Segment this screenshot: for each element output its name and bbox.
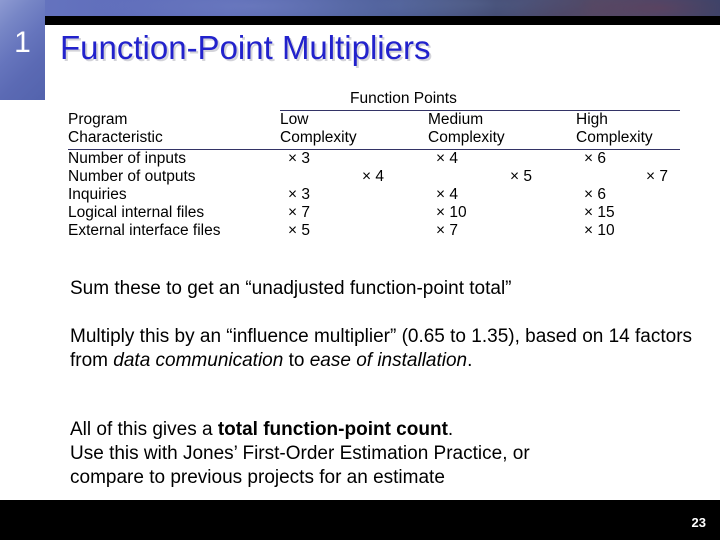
para3-text-part2: .: [447, 419, 454, 440]
row-value-low: × 4: [362, 168, 384, 185]
header-high-line1: High: [576, 111, 608, 128]
slide-number: 1: [14, 26, 31, 59]
row-value-medium: × 5: [510, 168, 532, 185]
table-row: Number of inputs × 3 × 4 × 6: [68, 150, 680, 169]
table-row: Logical internal files × 7 × 10 × 15: [68, 204, 680, 222]
row-value-high: × 6: [584, 150, 606, 167]
row-value-high: × 15: [584, 204, 615, 221]
para3-text-part1: All of this gives a: [70, 419, 218, 440]
table-row: Inquiries × 3 × 4 × 6: [68, 186, 680, 204]
page-title: Function-Point Multipliers: [60, 29, 431, 66]
function-point-multiplier-table: Function Points Program Low Medium High …: [68, 90, 681, 240]
table-row: External interface files × 5 × 7 × 10: [68, 222, 680, 240]
para3-strong-total-function-point-count: total function-point count: [217, 419, 448, 440]
header-low-line1: Low: [280, 111, 309, 128]
table: Function Points Program Low Medium High …: [68, 90, 681, 240]
row-value-low: × 3: [288, 150, 310, 167]
row-label: Inquiries: [68, 186, 127, 203]
table-group-header-row: Function Points: [68, 90, 680, 108]
header-high-line2: Complexity: [576, 129, 653, 146]
row-value-high: × 10: [584, 222, 615, 239]
row-value-high: × 6: [584, 186, 606, 203]
row-value-low: × 5: [288, 222, 310, 239]
header-medium-line2: Complexity: [428, 129, 505, 146]
footer-page-number: 23: [691, 515, 706, 530]
para2-text-part2: to: [283, 350, 310, 371]
row-label: Logical internal files: [68, 204, 205, 221]
header-medium-line1: Medium: [428, 111, 484, 128]
para3-line2: Use this with Jones’ First-Order Estimat…: [70, 443, 530, 464]
header-label-line1: Program: [68, 110, 128, 128]
row-value-high: × 7: [646, 168, 668, 185]
row-value-medium: × 10: [436, 204, 467, 221]
header-low-line2: Complexity: [280, 129, 357, 146]
bullet-sum-total: Sum these to get an “unadjusted function…: [70, 278, 512, 299]
header-divider-bar: [45, 16, 720, 25]
para2-emphasis-ease-of-installation: ease of installation: [309, 350, 468, 371]
bullet-influence-multiplier: Multiply this by an “influence multiplie…: [70, 325, 695, 373]
table-row: Number of outputs × 4 × 5 × 7: [68, 168, 680, 186]
group-header-function-points: Function Points: [350, 90, 457, 107]
spacer-cell: [68, 90, 280, 108]
row-label: External interface files: [68, 222, 221, 239]
para2-emphasis-data-communication: data communication: [113, 350, 284, 371]
row-label: Number of outputs: [68, 168, 196, 185]
row-value-low: × 3: [288, 186, 310, 203]
bullet-total-count: All of this gives a total function-point…: [70, 418, 695, 490]
row-value-medium: × 4: [436, 186, 458, 203]
para3-line3: compare to previous projects for an esti…: [70, 467, 445, 488]
para2-text-part3: .: [467, 350, 473, 371]
table-header-row-line2: Characteristic Complexity Complexity Com…: [68, 129, 680, 147]
table-header-row-line1: Program Low Medium High: [68, 111, 680, 130]
row-value-low: × 7: [288, 204, 310, 221]
row-value-medium: × 7: [436, 222, 458, 239]
header-label-line2: Characteristic: [68, 129, 163, 146]
row-value-medium: × 4: [436, 150, 458, 167]
row-label: Number of inputs: [68, 150, 187, 167]
footer-bar: [0, 500, 720, 540]
